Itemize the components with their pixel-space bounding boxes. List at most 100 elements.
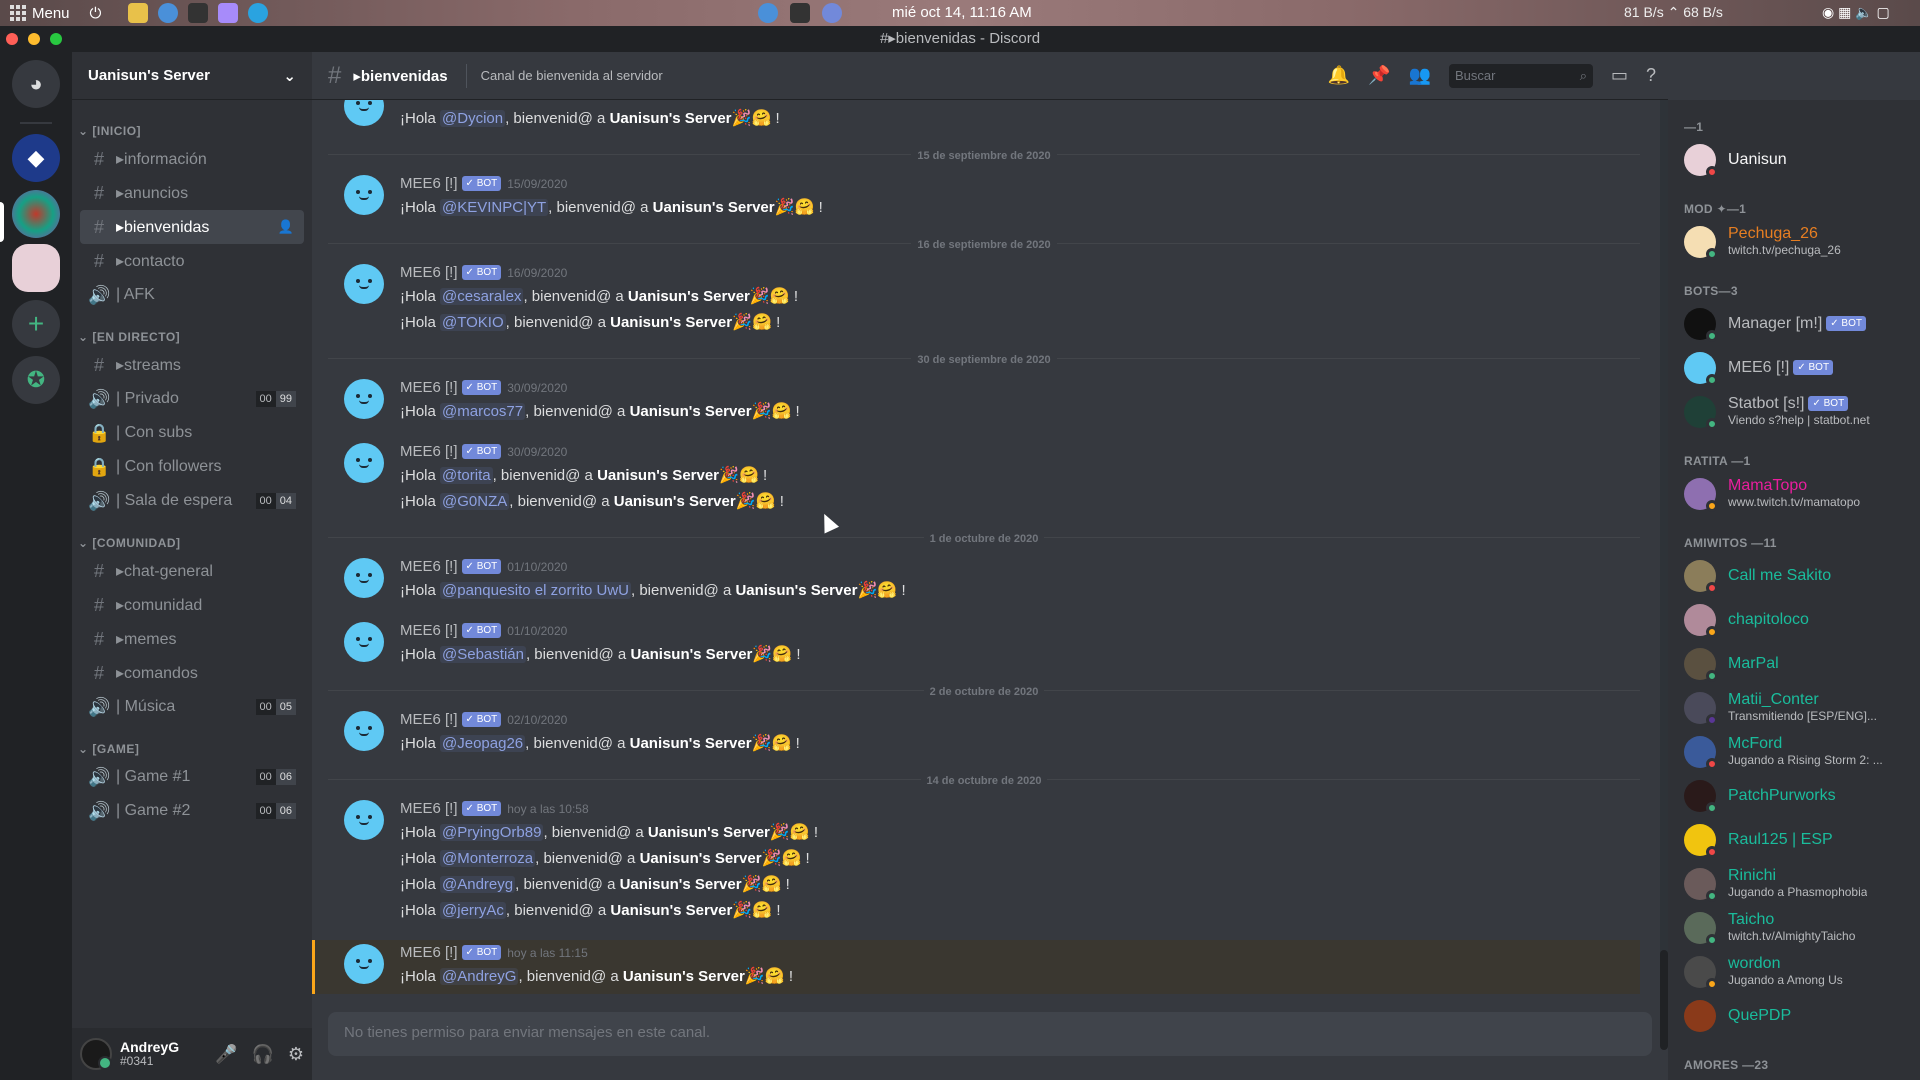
member-item[interactable]: Call me Sakito — [1676, 554, 1912, 598]
discord-window-icon[interactable] — [822, 3, 842, 23]
message-scrollbar[interactable] — [1660, 100, 1668, 1050]
minimize-window-button[interactable] — [28, 33, 40, 45]
channel-informacion[interactable]: # ▸información — [80, 142, 304, 176]
browser-app-icon[interactable] — [158, 3, 178, 23]
user-mention[interactable]: @PryingOrb89 — [440, 824, 544, 841]
mee6-avatar[interactable] — [344, 379, 384, 419]
mee6-avatar[interactable] — [344, 100, 384, 126]
message-author[interactable]: MEE6 [!] — [400, 800, 458, 817]
member-item[interactable]: Raul125 | ESP — [1676, 818, 1912, 862]
microphone-icon[interactable]: 🎤 — [215, 1044, 237, 1065]
files-app-icon[interactable] — [128, 3, 148, 23]
message-author[interactable]: MEE6 [!] — [400, 622, 458, 639]
headphones-icon[interactable]: 🎧 — [251, 1044, 273, 1065]
voice-channel-sala-de-espera[interactable]: 🔊 | Sala de espera 00 04 — [80, 484, 304, 518]
user-mention[interactable]: @torita — [440, 467, 493, 484]
member-item[interactable]: Pechuga_26 twitch.tv/pechuga_26 — [1676, 220, 1912, 264]
category-inicio[interactable]: ⌄ [INICIO] — [78, 124, 312, 138]
os-menu-button[interactable]: Menu ⏻ — [0, 5, 116, 22]
user-mention[interactable]: @marcos77 — [440, 403, 526, 420]
user-mention[interactable]: @Jeopag26 — [440, 735, 526, 752]
member-item[interactable]: QuePDP — [1676, 994, 1912, 1038]
voice-channel-game-2[interactable]: 🔊 | Game #2 00 06 — [80, 794, 304, 828]
mee6-avatar[interactable] — [344, 558, 384, 598]
add-server-icon[interactable]: + — [12, 300, 60, 348]
user-mention[interactable]: @panquesito el zorrito UwU — [440, 582, 631, 599]
notes-app-icon[interactable] — [218, 3, 238, 23]
channel-streams[interactable]: # ▸streams — [80, 348, 304, 382]
settings-gear-icon[interactable]: ⚙ — [288, 1044, 304, 1065]
member-list[interactable]: —1 Uanisun MOD ✦—1 Pechuga_26 twitch.tv/p… — [1668, 100, 1920, 1080]
message-author[interactable]: MEE6 [!] — [400, 443, 458, 460]
channel-anuncios[interactable]: # ▸anuncios — [80, 176, 304, 210]
server-icon-among-us[interactable]: ◆ — [12, 134, 60, 182]
server-header[interactable]: Uanisun's Server ⌄ — [72, 52, 312, 100]
invite-user-icon[interactable]: 👤 — [278, 219, 294, 235]
category-en-directo[interactable]: ⌄ [EN DIRECTO] — [78, 330, 312, 344]
channel-memes[interactable]: # ▸memes — [80, 622, 304, 656]
os-clock[interactable]: mié oct 14, 11:16 AM — [892, 4, 1032, 21]
member-list-icon[interactable]: 👥 — [1409, 65, 1431, 86]
voice-channel-privado[interactable]: 🔊 | Privado 00 99 — [80, 382, 304, 416]
member-item[interactable]: MEE6 [!] ✓ BOT — [1676, 346, 1912, 390]
mee6-avatar[interactable] — [344, 264, 384, 304]
member-item[interactable]: PatchPurworks — [1676, 774, 1912, 818]
message-list[interactable]: ¡Hola @Dycion, bienvenid@ a Uanisun's Se… — [312, 100, 1656, 1000]
message-author[interactable]: MEE6 [!] — [400, 379, 458, 396]
discord-home-icon[interactable]: ◕ — [12, 60, 60, 108]
member-item[interactable]: McFord Jugando a Rising Storm 2: ... — [1676, 730, 1912, 774]
user-avatar[interactable] — [80, 1038, 112, 1070]
user-mention[interactable]: @Dycion — [440, 110, 506, 127]
server-icon-uanisun[interactable] — [12, 244, 60, 292]
voice-channel-con-followers[interactable]: 🔒 | Con followers — [80, 450, 304, 484]
user-mention[interactable]: @G0NZA — [440, 493, 510, 510]
member-item[interactable]: MarPal — [1676, 642, 1912, 686]
message-author[interactable]: MEE6 [!] — [400, 944, 458, 961]
channel-comunidad[interactable]: # ▸comunidad — [80, 588, 304, 622]
user-mention[interactable]: @KEVINPC|YT — [440, 199, 549, 216]
help-icon[interactable]: ? — [1646, 65, 1656, 86]
notification-bell-icon[interactable]: 🔔 — [1328, 65, 1350, 86]
user-mention[interactable]: @AndreyG — [440, 968, 519, 985]
category-comunidad[interactable]: ⌄ [COMUNIDAD] — [78, 536, 312, 550]
member-item[interactable]: Uanisun — [1676, 138, 1912, 182]
explore-servers-icon[interactable]: ✪ — [12, 356, 60, 404]
message-author[interactable]: MEE6 [!] — [400, 711, 458, 728]
maximize-window-button[interactable] — [50, 33, 62, 45]
mee6-avatar[interactable] — [344, 443, 384, 483]
member-item[interactable]: Taicho twitch.tv/AlmightyTaicho — [1676, 906, 1912, 950]
server-icon-spiral[interactable] — [12, 190, 60, 238]
inbox-icon[interactable]: ▭ — [1611, 65, 1628, 86]
user-mention[interactable]: @Monterroza — [440, 850, 536, 867]
power-icon[interactable]: ⏻ — [90, 5, 102, 22]
search-input[interactable]: Buscar ⌕ — [1448, 63, 1593, 88]
user-mention[interactable]: @TOKIO — [440, 314, 506, 331]
channel-topic[interactable]: Canal de bienvenida al servidor — [465, 63, 663, 88]
user-mention[interactable]: @Sebastián — [440, 646, 526, 663]
category-game[interactable]: ⌄ [GAME] — [78, 742, 312, 756]
voice-channel-game-1[interactable]: 🔊 | Game #1 00 06 — [80, 760, 304, 794]
channel-contacto[interactable]: # ▸contacto — [80, 244, 304, 278]
scrollbar-thumb[interactable] — [1660, 950, 1668, 1050]
member-item[interactable]: Rinichi Jugando a Phasmophobia — [1676, 862, 1912, 906]
close-window-button[interactable] — [6, 33, 18, 45]
mee6-avatar[interactable] — [344, 800, 384, 840]
user-mention[interactable]: @cesaralex — [440, 288, 524, 305]
channel-chat-general[interactable]: # ▸chat-general — [80, 554, 304, 588]
telegram-app-icon[interactable] — [248, 3, 268, 23]
user-mention[interactable]: @jerryAc — [440, 902, 506, 919]
channel-comandos[interactable]: # ▸comandos — [80, 656, 304, 690]
voice-channel-afk[interactable]: 🔊 | AFK — [80, 278, 304, 312]
member-item[interactable]: MamaTopo www.twitch.tv/mamatopo — [1676, 472, 1912, 516]
member-item[interactable]: Manager [m!] ✓ BOT — [1676, 302, 1912, 346]
message-author[interactable]: MEE6 [!] — [400, 264, 458, 281]
message-author[interactable]: MEE6 [!] — [400, 175, 458, 192]
member-item[interactable]: Matii_Conter Transmitiendo [ESP/ENG]... — [1676, 686, 1912, 730]
terminal-window-icon[interactable] — [790, 3, 810, 23]
mee6-avatar[interactable] — [344, 175, 384, 215]
voice-channel-musica[interactable]: 🔊 | Música 00 05 — [80, 690, 304, 724]
mee6-avatar[interactable] — [344, 711, 384, 751]
voice-channel-con-subs[interactable]: 🔒 | Con subs — [80, 416, 304, 450]
mee6-avatar[interactable] — [344, 622, 384, 662]
message-author[interactable]: MEE6 [!] — [400, 558, 458, 575]
